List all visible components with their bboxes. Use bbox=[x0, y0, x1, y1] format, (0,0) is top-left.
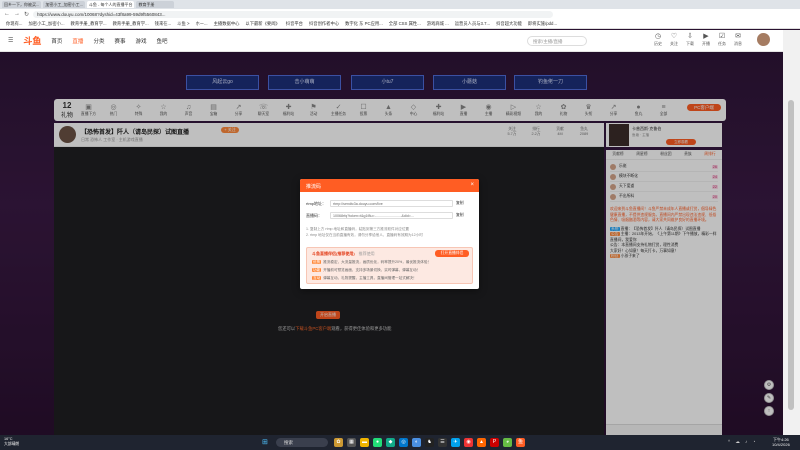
bookmark-item[interactable]: ホー... bbox=[195, 21, 207, 27]
app-icon[interactable]: P bbox=[490, 438, 499, 447]
header-icon-label: 任务 bbox=[718, 41, 726, 46]
download-icon[interactable]: ⇩ 下载 bbox=[684, 33, 696, 47]
nav-live[interactable]: 直播 bbox=[72, 37, 83, 45]
forward-icon[interactable]: → bbox=[14, 11, 20, 17]
message-icon[interactable]: ✉ 消息 bbox=[732, 33, 744, 47]
app-icon[interactable]: ☰ bbox=[438, 438, 447, 447]
menu-icon[interactable]: ☰ bbox=[8, 37, 13, 44]
back-icon[interactable]: ← bbox=[4, 11, 10, 17]
app-icon[interactable]: ● bbox=[373, 438, 382, 447]
promo-line: 优势 推流稳定，大流量推流，画质优化，码率提升20%，最优推流体验！ bbox=[312, 260, 432, 264]
bookmark-item[interactable]: 斗鱼 > bbox=[177, 21, 189, 27]
bookmark-item[interactable]: 即将实施/pdd... bbox=[528, 21, 557, 27]
bookmark-item[interactable]: 游戏商城 ... bbox=[427, 21, 449, 27]
url-input[interactable]: https://www.douyu.com/10068?dyshid=43f8a… bbox=[33, 10, 554, 18]
modal-title: 推流码 bbox=[306, 184, 322, 190]
taskbar-search[interactable]: 搜索 bbox=[276, 438, 328, 447]
nav-yuba[interactable]: 鱼吧 bbox=[156, 37, 167, 45]
weather-widget[interactable]: 16°C 大部晴朗 bbox=[4, 437, 19, 446]
broadcast-icon[interactable]: ▶ 开播 bbox=[700, 33, 712, 47]
bookmarks-bar: 你现有... 加密小工_加密小... 教育手册_教育学... 教育手册_教育学... 钱… bbox=[0, 19, 800, 29]
app-icon[interactable]: ◉ bbox=[464, 438, 473, 447]
follow-icon[interactable]: ♡ 关注 bbox=[668, 33, 680, 47]
rtmp-address-field[interactable]: rtmp://sendtc3a.douyu.com/live bbox=[330, 200, 453, 207]
bookmark-item[interactable]: 抖音超大功能 bbox=[496, 21, 522, 27]
nav-home[interactable]: 首页 bbox=[51, 37, 62, 45]
douyu-app-icon[interactable]: 鱼 bbox=[516, 438, 525, 447]
stream-key-field[interactable]: 10068rfq?token=t&g1f8u=.................… bbox=[330, 212, 453, 219]
header-icon-label: 下载 bbox=[686, 41, 694, 46]
os-taskbar: 16°C 大部晴朗 ⊞ 搜索 ✿ ▦ ▬ ● ◆ ◎ ◐ ♞ ☰ ✈ ◉ ▲ P … bbox=[0, 435, 800, 450]
header-icon-label: 历史 bbox=[654, 41, 662, 46]
page-scrollbar[interactable] bbox=[783, 30, 800, 435]
site-header: ☰ 斗鱼 首页 直播 分类 赛事 游戏 鱼吧 搜索/主播/直播 ◷ 历史 ♡ 关注 … bbox=[0, 30, 783, 52]
browser-tab[interactable]: 加密小工_加密小工... bbox=[43, 1, 85, 8]
scroll-thumb[interactable] bbox=[788, 100, 794, 410]
site-search-input[interactable]: 搜索/主播/直播 bbox=[527, 36, 587, 46]
nav-category[interactable]: 分类 bbox=[93, 37, 104, 45]
app-icon[interactable]: ◐ bbox=[412, 438, 421, 447]
modal-tips: 1. 复制上方 rtmp 地址和直播码，粘贴到第三方推流软件对应位置 2. rt… bbox=[306, 227, 423, 237]
app-icon[interactable]: ▦ bbox=[347, 438, 356, 447]
bookmark-item[interactable]: 教育手册_教育学... bbox=[71, 21, 107, 27]
open-companion-button[interactable]: 打开直播伴侣 bbox=[435, 250, 469, 257]
header-icon-label: 关注 bbox=[670, 41, 678, 46]
bookmark-item[interactable]: 教育手册_教育学... bbox=[113, 21, 149, 27]
app-icon[interactable]: ✿ bbox=[334, 438, 343, 447]
reload-icon[interactable]: ↻ bbox=[24, 11, 29, 18]
bookmark-item[interactable]: 数字化 东 PC应用... bbox=[345, 21, 383, 27]
bookmark-item[interactable]: 你现有... bbox=[6, 21, 22, 27]
user-avatar[interactable] bbox=[757, 33, 770, 46]
nav-esports[interactable]: 赛事 bbox=[114, 37, 125, 45]
bookmark-item[interactable]: 加密小工_加密小... bbox=[28, 21, 64, 27]
system-tray[interactable]: ^ ☁ ♪ ◔ bbox=[728, 439, 757, 445]
app-icon[interactable]: ♞ bbox=[425, 438, 434, 447]
rtmp-label: rtmp地址： bbox=[306, 201, 326, 206]
app-icon[interactable]: ▲ bbox=[477, 438, 486, 447]
header-icon-label: 消息 bbox=[734, 41, 742, 46]
bookmark-item[interactable]: 抖音平台 bbox=[286, 21, 303, 27]
start-icon[interactable]: ⊞ bbox=[262, 438, 268, 446]
header-icon-label: 开播 bbox=[702, 41, 710, 46]
live-companion-promo: 斗鱼直播伴侣(推荐使用) 推荐使用 打开直播伴侣 优势 推流稳定，大流量推流，画质优… bbox=[306, 247, 473, 284]
promo-title: 斗鱼直播伴侣(推荐使用) 推荐使用 bbox=[312, 251, 375, 256]
task-icon[interactable]: ☑ 任务 bbox=[716, 33, 728, 47]
app-icon[interactable]: ✈ bbox=[451, 438, 460, 447]
promo-line: 功能 开播前可预览画面，支持多场景切换，实时弹幕，弹幕互动！ bbox=[312, 268, 421, 272]
modal-header: 推流码 × bbox=[300, 179, 479, 192]
bookmark-item[interactable]: 抖音创作者中心 bbox=[309, 21, 339, 27]
history-icon[interactable]: ◷ 历史 bbox=[652, 33, 664, 47]
folder-icon[interactable]: ▬ bbox=[360, 438, 369, 447]
browser-icon[interactable]: ◎ bbox=[399, 438, 408, 447]
bookmark-item[interactable]: 主播数据中心 bbox=[214, 21, 240, 27]
stream-key-label: 直播码： bbox=[306, 213, 322, 218]
copy-rtmp-button[interactable]: 复制 bbox=[456, 201, 464, 206]
browser-tab-bar: 回乡一下，你被买... 加密小工_加密小工... 斗鱼 - 每个人的直播平台 教… bbox=[0, 0, 800, 9]
promo-line: 互动 弹幕互动，礼物提醒，主播工具，直播间管理一站式解决！ bbox=[312, 276, 417, 280]
close-icon[interactable]: × bbox=[470, 182, 474, 188]
browser-tab[interactable]: 教育手册 bbox=[136, 1, 175, 8]
bookmark-item[interactable]: 以下最新《要闻》 bbox=[245, 21, 279, 27]
app-icon[interactable]: ◕ bbox=[503, 438, 512, 447]
browser-tab[interactable]: 回乡一下，你被买... bbox=[2, 1, 42, 8]
nav-games[interactable]: 游戏 bbox=[135, 37, 146, 45]
bookmark-item[interactable]: 运营员人员与3.7... bbox=[455, 21, 490, 27]
app-icon[interactable]: ◆ bbox=[386, 438, 395, 447]
bookmark-item[interactable]: 钱来在... bbox=[155, 21, 171, 27]
copy-key-button[interactable]: 复制 bbox=[456, 213, 464, 218]
site-logo[interactable]: 斗鱼 bbox=[23, 34, 41, 47]
browser-tab-active[interactable]: 斗鱼 - 每个人的直播平台 bbox=[86, 1, 135, 8]
stream-key-modal: 推流码 × rtmp地址： rtmp://sendtc3a.douyu.com/… bbox=[300, 179, 479, 289]
clock[interactable]: 下午4:26 10/4/2026 bbox=[772, 437, 790, 447]
bookmark-item[interactable]: 全部 CSS 属性... bbox=[389, 21, 421, 27]
address-bar: ← → ↻ https://www.douyu.com/10068?dyshid… bbox=[0, 9, 800, 19]
